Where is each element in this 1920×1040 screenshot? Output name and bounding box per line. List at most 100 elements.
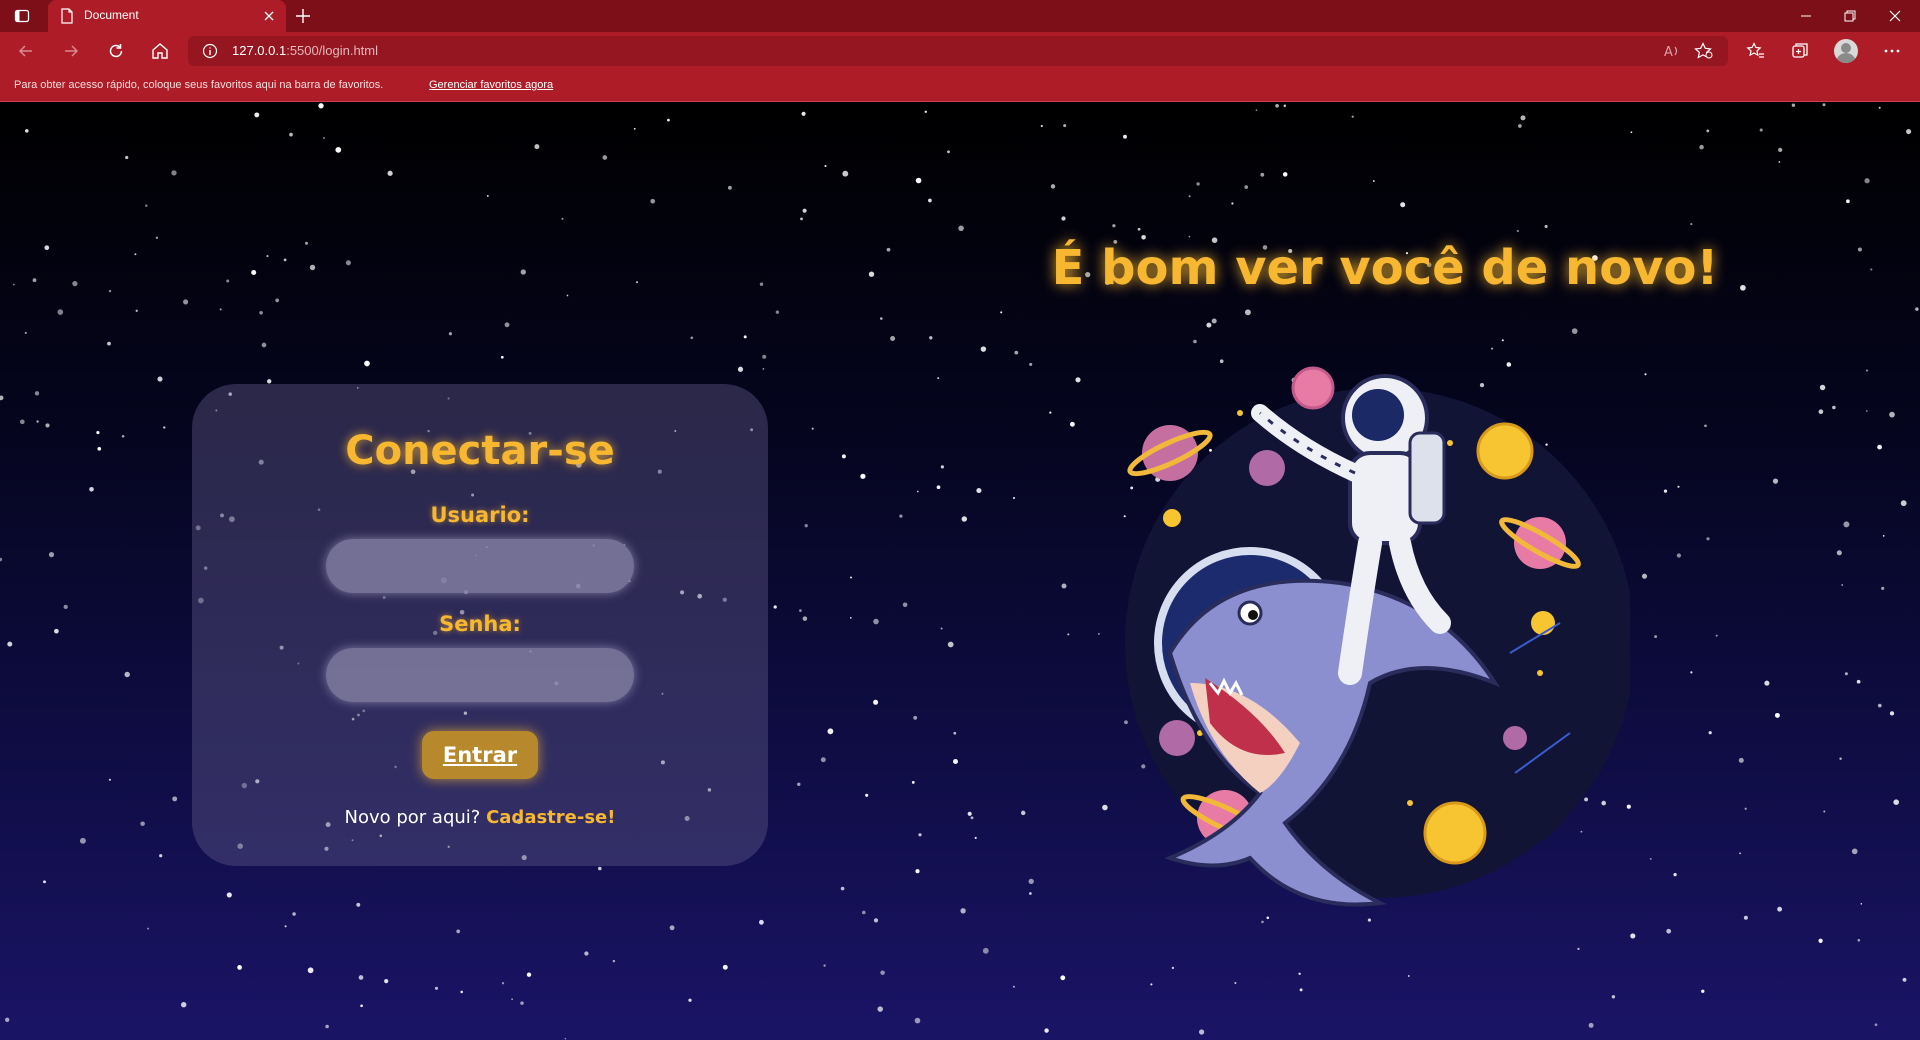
star bbox=[48, 552, 55, 558]
star bbox=[1061, 583, 1067, 589]
browser-tab[interactable]: Document bbox=[48, 0, 286, 32]
astronaut-riding-shark-icon bbox=[1125, 366, 1630, 907]
star bbox=[1843, 521, 1850, 528]
star bbox=[1372, 180, 1375, 182]
star bbox=[1690, 223, 1693, 226]
read-aloud-icon[interactable]: A bbox=[1662, 42, 1682, 60]
star bbox=[890, 335, 896, 342]
star bbox=[345, 260, 351, 266]
star bbox=[19, 419, 25, 425]
star bbox=[500, 355, 504, 359]
signup-link[interactable]: Cadastre-se! bbox=[486, 807, 615, 828]
star bbox=[261, 342, 267, 348]
star bbox=[762, 354, 767, 359]
tab-actions-icon[interactable] bbox=[14, 8, 30, 24]
star bbox=[1654, 635, 1658, 639]
user-icon bbox=[1836, 43, 1856, 63]
restore-icon[interactable] bbox=[1840, 6, 1860, 26]
back-icon[interactable] bbox=[16, 41, 36, 61]
star bbox=[566, 294, 569, 297]
username-input[interactable] bbox=[326, 539, 634, 593]
add-favorite-icon[interactable] bbox=[1694, 42, 1714, 60]
url-text[interactable]: 127.0.0.1:5500/login.html bbox=[232, 43, 378, 58]
star bbox=[45, 423, 50, 428]
star bbox=[72, 280, 78, 287]
star bbox=[322, 137, 325, 139]
star bbox=[916, 490, 919, 493]
star bbox=[304, 241, 309, 245]
star bbox=[880, 970, 885, 975]
star bbox=[1283, 104, 1287, 107]
star bbox=[873, 699, 879, 705]
star bbox=[292, 912, 296, 916]
more-options-icon[interactable] bbox=[1882, 41, 1902, 61]
star bbox=[1028, 878, 1034, 885]
star bbox=[1501, 339, 1504, 342]
star bbox=[486, 194, 489, 197]
username-label: Usuario: bbox=[430, 503, 530, 527]
star bbox=[1649, 857, 1652, 860]
star bbox=[1663, 489, 1668, 493]
star bbox=[1791, 103, 1796, 107]
star bbox=[1881, 586, 1885, 591]
star bbox=[877, 1006, 883, 1012]
star bbox=[958, 225, 964, 232]
star bbox=[1774, 712, 1780, 718]
star bbox=[1860, 903, 1863, 905]
forward-icon[interactable] bbox=[61, 41, 81, 61]
star bbox=[266, 379, 272, 384]
star bbox=[124, 671, 130, 678]
collections-icon[interactable] bbox=[1790, 41, 1810, 61]
manage-favorites-link[interactable]: Gerenciar favoritos agora bbox=[429, 79, 553, 91]
password-input[interactable] bbox=[326, 648, 634, 702]
star bbox=[899, 514, 903, 518]
star bbox=[289, 132, 293, 137]
star bbox=[1644, 373, 1647, 376]
star bbox=[511, 998, 513, 1001]
star bbox=[448, 332, 453, 336]
new-tab-icon[interactable] bbox=[294, 7, 312, 25]
star bbox=[1759, 128, 1763, 132]
star bbox=[688, 998, 692, 1002]
star bbox=[801, 111, 806, 116]
star bbox=[928, 198, 932, 203]
close-window-icon[interactable] bbox=[1885, 6, 1905, 26]
welcome-heading: É bom ver você de novo! bbox=[1051, 240, 1719, 296]
star bbox=[1137, 227, 1141, 231]
favorites-icon[interactable] bbox=[1746, 41, 1766, 61]
star bbox=[226, 279, 230, 283]
star bbox=[358, 975, 364, 980]
favorites-bar-hint: Para obter acesso rápido, coloque seus f… bbox=[14, 79, 384, 91]
star bbox=[1690, 671, 1693, 674]
star bbox=[44, 245, 50, 251]
star bbox=[862, 910, 866, 915]
star bbox=[1231, 202, 1234, 205]
star bbox=[937, 377, 940, 380]
star bbox=[1706, 537, 1710, 541]
close-tab-icon[interactable] bbox=[262, 9, 276, 23]
profile-avatar[interactable] bbox=[1834, 39, 1858, 63]
star bbox=[147, 927, 150, 930]
star bbox=[743, 335, 747, 339]
star bbox=[1029, 362, 1033, 366]
star bbox=[1299, 988, 1303, 992]
minimize-icon[interactable] bbox=[1796, 6, 1816, 26]
home-icon[interactable] bbox=[150, 41, 170, 61]
refresh-icon[interactable] bbox=[106, 41, 126, 61]
star bbox=[1874, 1023, 1878, 1027]
login-button[interactable]: Entrar bbox=[422, 731, 538, 779]
star bbox=[868, 271, 875, 277]
star bbox=[134, 253, 137, 256]
star bbox=[259, 311, 263, 315]
star bbox=[802, 616, 808, 621]
address-bar[interactable]: 127.0.0.1:5500/login.html A bbox=[188, 36, 1728, 66]
star bbox=[180, 1001, 187, 1008]
star bbox=[1706, 129, 1710, 133]
star bbox=[54, 628, 59, 634]
star bbox=[121, 434, 125, 438]
star bbox=[1889, 411, 1895, 418]
star bbox=[727, 185, 732, 190]
star bbox=[947, 150, 950, 154]
info-icon[interactable] bbox=[202, 43, 218, 59]
star bbox=[1844, 672, 1848, 676]
